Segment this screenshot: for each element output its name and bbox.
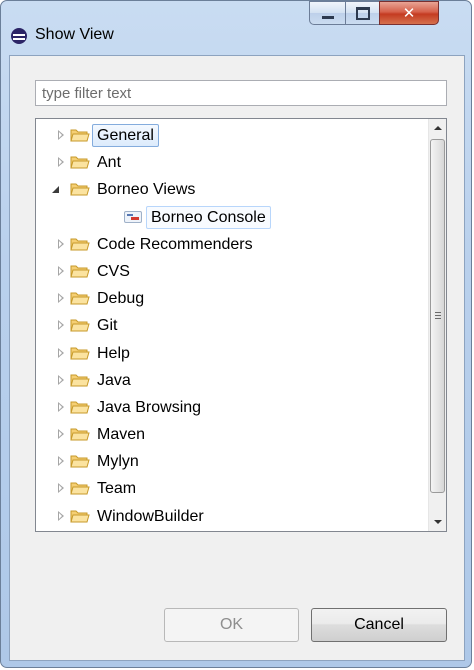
tree-item-label: Ant (97, 154, 122, 172)
tree-rows: General Ant Borneo Views Borneo Console Code… (36, 122, 428, 530)
tree-item-label: Debug (97, 290, 145, 308)
collapsed-arrow-icon[interactable] (58, 429, 64, 440)
folder-icon (70, 373, 90, 387)
ok-button[interactable]: OK (164, 608, 299, 642)
title-bar[interactable]: Show View ✕ (1, 1, 471, 44)
tree-item[interactable]: Code Recommenders (36, 231, 428, 258)
tree-item[interactable]: Borneo Views (36, 176, 428, 203)
tree-item-label: Git (97, 317, 118, 335)
collapsed-arrow-icon[interactable] (58, 320, 64, 331)
tree-item-label: Code Recommenders (97, 235, 253, 253)
tree-item[interactable]: Debug (36, 285, 428, 312)
collapsed-arrow-icon[interactable] (58, 347, 64, 358)
window-title: Show View (35, 26, 114, 43)
arrow-down-icon (433, 520, 442, 524)
tree-item[interactable]: Ant (36, 149, 428, 176)
collapsed-arrow-icon[interactable] (58, 401, 64, 412)
scroll-up-button[interactable] (429, 119, 446, 137)
collapsed-arrow-icon[interactable] (58, 157, 64, 168)
collapsed-arrow-icon[interactable] (58, 510, 64, 521)
tree-item-label: CVS (97, 262, 130, 280)
tree-item-label: Borneo Console (146, 205, 271, 229)
tree-item-label: Java (97, 371, 131, 389)
tree-item[interactable]: Mylyn (36, 448, 428, 475)
folder-icon (70, 291, 90, 305)
folder-icon (70, 264, 90, 278)
window-controls: ✕ (309, 1, 439, 27)
folder-icon (70, 182, 90, 196)
folder-icon (70, 454, 90, 468)
eclipse-icon (11, 28, 27, 44)
collapsed-arrow-icon[interactable] (58, 293, 64, 304)
scroll-thumb[interactable] (430, 139, 445, 493)
tree-item[interactable]: General (36, 122, 428, 149)
tree-item[interactable]: CVS (36, 258, 428, 285)
grip-icon (435, 312, 441, 319)
collapsed-arrow-icon[interactable] (58, 456, 64, 467)
tree-item[interactable]: Borneo Console (36, 204, 428, 231)
folder-icon (70, 237, 90, 251)
console-view-icon (124, 210, 142, 223)
folder-icon (70, 318, 90, 332)
tree-item-label: Maven (97, 426, 146, 444)
view-tree[interactable]: General Ant Borneo Views Borneo Console Code… (35, 118, 447, 532)
tree-item-label: WindowBuilder (97, 507, 204, 525)
tree-item[interactable]: Team (36, 475, 428, 502)
scroll-down-button[interactable] (429, 513, 446, 531)
folder-icon (70, 427, 90, 441)
collapsed-arrow-icon[interactable] (58, 265, 64, 276)
folder-icon (70, 509, 90, 523)
tree-item[interactable]: Git (36, 312, 428, 339)
folder-icon (70, 346, 90, 360)
show-view-dialog: Show View ✕ General Ant Borneo Views Borneo… (0, 0, 472, 668)
tree-item-label: Mylyn (97, 453, 139, 471)
cancel-button[interactable]: Cancel (311, 608, 447, 642)
close-icon: ✕ (402, 5, 416, 22)
collapsed-arrow-icon[interactable] (58, 374, 64, 385)
maximize-icon (355, 6, 370, 20)
tree-item[interactable]: WindowBuilder (36, 503, 428, 530)
close-button[interactable]: ✕ (379, 1, 439, 25)
arrow-up-icon (433, 126, 442, 130)
tree-item-label: General (92, 124, 159, 147)
minimize-icon (321, 15, 334, 19)
tree-item[interactable]: Maven (36, 421, 428, 448)
expanded-arrow-icon[interactable] (52, 186, 59, 194)
folder-icon (70, 128, 90, 142)
filter-input[interactable] (35, 80, 447, 106)
dialog-body: General Ant Borneo Views Borneo Console Code… (9, 55, 465, 661)
maximize-button[interactable] (345, 1, 379, 25)
folder-icon (70, 155, 90, 169)
minimize-button[interactable] (309, 1, 345, 25)
tree-item-label: Help (97, 344, 130, 362)
tree-item-label: Java Browsing (97, 398, 202, 416)
collapsed-arrow-icon[interactable] (58, 130, 64, 140)
tree-item-label: Borneo Views (97, 181, 196, 199)
folder-icon (70, 481, 90, 495)
collapsed-arrow-icon[interactable] (58, 238, 64, 249)
collapsed-arrow-icon[interactable] (58, 483, 64, 494)
folder-icon (70, 400, 90, 414)
tree-item[interactable]: Help (36, 340, 428, 367)
tree-item[interactable]: Java Browsing (36, 394, 428, 421)
vertical-scrollbar[interactable] (428, 119, 446, 531)
tree-item-label: Team (97, 480, 137, 498)
tree-item[interactable]: Java (36, 367, 428, 394)
